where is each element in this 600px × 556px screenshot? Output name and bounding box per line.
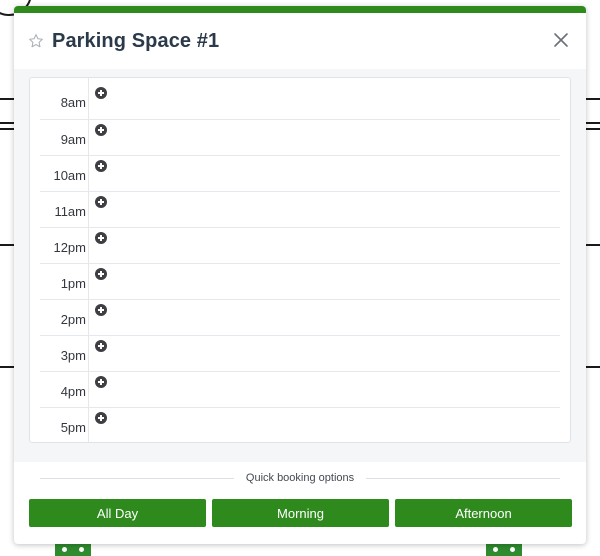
time-slot-label: 4pm [60,384,86,399]
floorplan-wall [0,244,14,246]
plus-circle-icon[interactable] [95,196,107,208]
time-slot-label: 8am [60,95,86,110]
floorplan-wall [586,366,600,368]
floorplan-wall [586,122,600,124]
plus-circle-icon[interactable] [95,340,107,352]
all-day-button[interactable]: All Day [29,499,206,527]
quick-booking-header: Quick booking options [40,470,561,486]
time-slot-row[interactable]: 9am [40,119,560,155]
time-slot-row[interactable]: 3pm [40,335,560,371]
afternoon-button[interactable]: Afternoon [395,499,572,527]
time-slot-row[interactable]: 4pm [40,371,560,407]
divider [40,477,234,479]
time-slot-label: 2pm [60,312,86,327]
time-slot-row[interactable]: 5pm [40,407,560,443]
parking-space-marker[interactable] [55,542,91,556]
plus-circle-icon[interactable] [95,412,107,424]
morning-button[interactable]: Morning [212,499,389,527]
modal-header: Parking Space #1 [14,13,586,69]
time-slot-grid: 8am 9am 10am 11am 12pm 1pm 2pm 3pm 4pm 5pm [29,77,571,443]
time-slot-label: 5pm [60,420,86,435]
time-slot-label: 11am [54,204,86,219]
floorplan-wall [586,128,600,130]
quick-booking-label: Quick booking options [245,472,355,484]
time-slot-label: 1pm [60,276,86,291]
close-icon[interactable] [552,31,570,49]
time-slot-row[interactable]: 10am [40,155,560,191]
time-slot-label: 3pm [60,348,86,363]
plus-circle-icon[interactable] [95,232,107,244]
plus-circle-icon[interactable] [95,268,107,280]
floorplan-wall [0,366,14,368]
time-slot-row[interactable]: 11am [40,191,560,227]
plus-circle-icon[interactable] [95,87,107,99]
floorplan-wall [586,244,600,246]
time-slot-row[interactable]: 12pm [40,227,560,263]
floorplan-wall [0,122,14,124]
plus-circle-icon[interactable] [95,376,107,388]
time-slot-row[interactable]: 1pm [40,263,560,299]
divider [366,477,561,479]
quick-booking-buttons: All Day Morning Afternoon [29,499,572,527]
floorplan-wall [0,128,14,130]
parking-space-marker[interactable] [486,542,522,556]
time-slot-label: 12pm [53,240,86,255]
floorplan-wall [586,98,600,100]
time-slot-label: 9am [60,132,86,147]
floorplan-wall [0,98,14,100]
schedule-panel: 8am 9am 10am 11am 12pm 1pm 2pm 3pm 4pm 5pm [14,69,586,462]
time-slot-label: 10am [53,168,86,183]
time-slot-row[interactable]: 2pm [40,299,560,335]
plus-circle-icon[interactable] [95,124,107,136]
star-outline-icon[interactable] [28,33,44,49]
time-slot-row[interactable]: 8am [40,83,560,119]
plus-circle-icon[interactable] [95,160,107,172]
modal-accent-bar [14,6,586,13]
booking-modal: Parking Space #1 8am 9am 10am 11am 12pm 1pm 2p… [14,6,586,544]
modal-title: Parking Space #1 [52,29,220,52]
plus-circle-icon[interactable] [95,304,107,316]
